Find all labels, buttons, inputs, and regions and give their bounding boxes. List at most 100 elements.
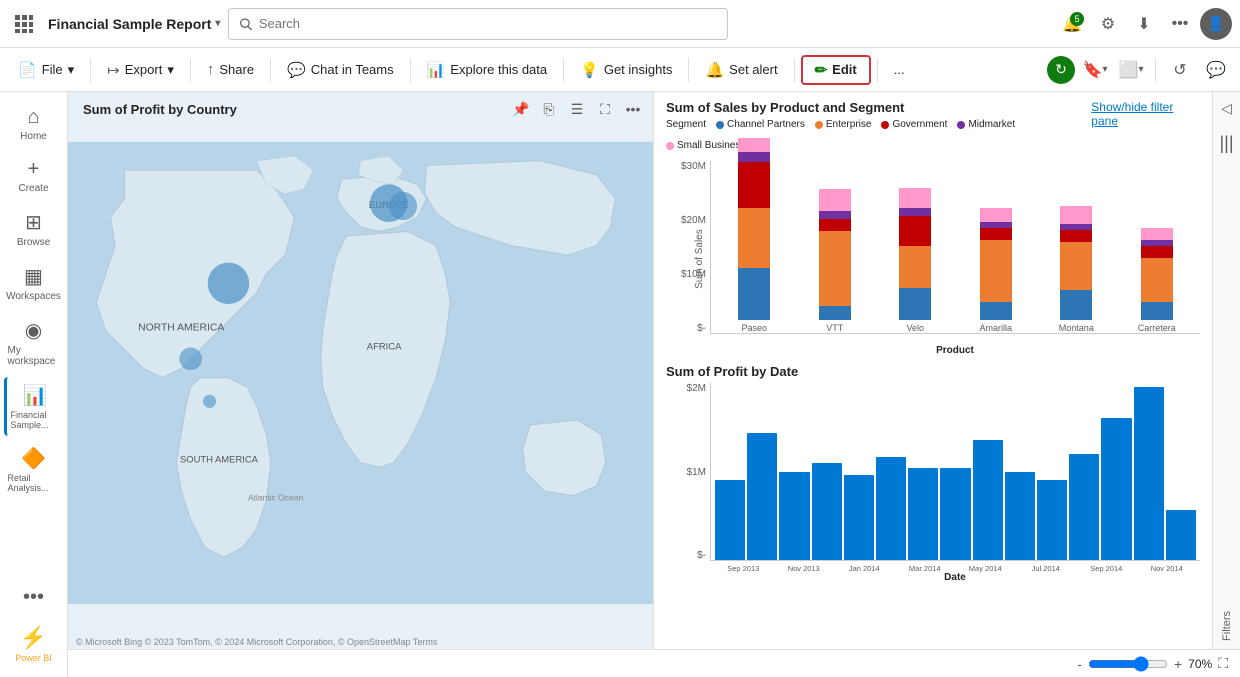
my-workspace-icon: ◉ [25,318,42,343]
pin-tool[interactable]: 📌 [509,97,533,121]
seg-mid-velo [899,208,931,216]
seg-mid-paseo [738,152,770,162]
map-tools: 📌 ⎘ ☰ ⛶ ••• [509,97,645,121]
stacked-bar-vtt [819,189,851,320]
zoom-plus[interactable]: + [1174,656,1182,672]
filter-tool[interactable]: ☰ [565,97,589,121]
divider-5 [563,58,564,82]
seg-enterprise-velo [899,246,931,288]
seg-enterprise-carretera [1141,258,1173,302]
sidebar-item-retail[interactable]: 🔶 Retail Analysis... [4,440,64,499]
bubble-mexico [203,395,216,408]
profit-x-axis-label: Date [710,572,1200,583]
more-toolbar-btn[interactable]: ... [884,58,915,81]
map-credit: © Microsoft Bing © 2023 TomTom, © 2024 M… [76,637,437,647]
sales-chart-title: Sum of Sales by Product and Segment [666,100,1091,115]
more-options-btn[interactable]: ••• [1164,8,1196,40]
map-title: Sum of Profit by Country [83,102,237,117]
legend-enterprise: Enterprise [815,119,872,130]
sidebar-item-browse[interactable]: ⊞ Browse [4,204,64,254]
seg-gov-montana [1060,230,1092,242]
divider-6 [688,58,689,82]
copy-tool[interactable]: ⎘ [537,97,561,121]
file-btn[interactable]: 📄 File ▾ [8,57,84,83]
settings-btn[interactable]: ⚙ [1092,8,1124,40]
fullscreen-btn[interactable]: ⛶ [1218,655,1228,672]
sidebar-item-workspaces[interactable]: ▦ Workspaces [4,258,64,308]
toolbar-right: ↻ 🔖▾ ⬜▾ ↺ 💬 [1047,54,1232,86]
bubble-usa-west [179,348,202,371]
more-tool[interactable]: ••• [621,97,645,121]
browse-icon: ⊞ [25,210,42,235]
divider-9 [1155,58,1156,82]
seg-gov-carretera [1141,246,1173,258]
bubble-canada [208,263,250,305]
comment-btn[interactable]: 💬 [1200,54,1232,86]
avatar[interactable]: 👤 [1200,8,1232,40]
stacked-bar-velo [899,188,931,320]
profit-bar-12 [1069,454,1099,560]
secondary-toolbar: 📄 File ▾ ↦ Export ▾ ↑ Share 💬 Chat in Te… [0,48,1240,92]
file-icon: 📄 [18,61,37,79]
profit-y-axis: $2M $1M $- [666,383,710,561]
download-btn[interactable]: ⬇ [1128,8,1160,40]
stacked-bar-carretera [1141,228,1173,320]
top-bar: Financial Sample Report ▾ 🔔 5 ⚙ ⬇ ••• 👤 [0,0,1240,48]
profit-bar-2 [747,433,777,560]
sidebar-item-my-workspace[interactable]: ◉ My workspace [4,312,64,373]
sidebar-item-financial[interactable]: 📊 Financial Sample... [4,377,64,436]
legend-dot-midmarket [957,121,965,129]
filter-panel[interactable]: ◁ ||| Filters [1212,92,1240,649]
alert-btn[interactable]: 🔔 Set alert [695,57,787,83]
zoom-slider[interactable] [1088,656,1168,672]
profit-bar-7 [908,468,938,560]
sidebar-bottom: ••• ⚡ Power BI [4,580,64,677]
legend-dot-government [881,121,889,129]
legend-dot-channel [716,121,724,129]
edit-btn[interactable]: ✏ Edit [801,55,871,85]
view-btn[interactable]: ⬜▾ [1115,54,1147,86]
export-btn[interactable]: ↦ Export ▾ [97,57,184,83]
top-bar-right: 🔔 5 ⚙ ⬇ ••• 👤 [1056,8,1232,40]
bar-label-montana: Montana [1059,323,1094,333]
sidebar-item-home[interactable]: ⌂ Home [4,100,64,148]
search-bar[interactable] [228,8,728,40]
create-icon: + [28,158,40,181]
alert-icon: 🔔 [705,61,724,79]
notifications-btn[interactable]: 🔔 5 [1056,8,1088,40]
title-chevron[interactable]: ▾ [215,18,220,29]
seg-channel-amarilla [980,302,1012,320]
sidebar-more-btn[interactable]: ••• [4,580,64,615]
refresh-btn[interactable]: ↻ [1047,56,1075,84]
stacked-bar-paseo [738,138,770,320]
search-icon [239,17,252,31]
workspaces-icon: ▦ [24,264,43,289]
share-btn[interactable]: ↑ Share [197,57,264,82]
app-grid-icon[interactable] [8,8,40,40]
sidebar-item-create[interactable]: + Create [4,152,64,200]
seg-small-paseo [738,138,770,152]
divider-4 [410,58,411,82]
profit-bar-14 [1134,387,1164,560]
filter-collapse-icon[interactable]: ◁ [1221,92,1232,125]
explore-btn[interactable]: 📊 Explore this data [417,57,558,83]
insights-btn[interactable]: 💡 Get insights [570,57,682,83]
sales-y-axis-label: Sum of Sales [694,229,705,288]
more-icon: ••• [23,586,44,609]
sales-bars-area: Paseo VTT [710,161,1200,334]
chat-teams-btn[interactable]: 💬 Chat in Teams [277,57,404,83]
search-input[interactable] [259,16,718,31]
undo-btn[interactable]: ↺ [1164,54,1196,86]
bar-amarilla: Amarilla [961,208,1032,333]
show-filter-btn[interactable]: Show/hide filter pane [1091,100,1200,128]
notification-badge: 5 [1070,12,1084,26]
seg-small-vtt [819,189,851,211]
seg-channel-carretera [1141,302,1173,320]
seg-small-montana [1060,206,1092,224]
zoom-minus[interactable]: - [1077,656,1082,672]
bookmark-btn[interactable]: 🔖▾ [1079,54,1111,86]
expand-tool[interactable]: ⛶ [593,97,617,121]
seg-gov-vtt [819,219,851,231]
profit-chart-container: $2M $1M $- [666,383,1200,583]
seg-channel-paseo [738,268,770,320]
